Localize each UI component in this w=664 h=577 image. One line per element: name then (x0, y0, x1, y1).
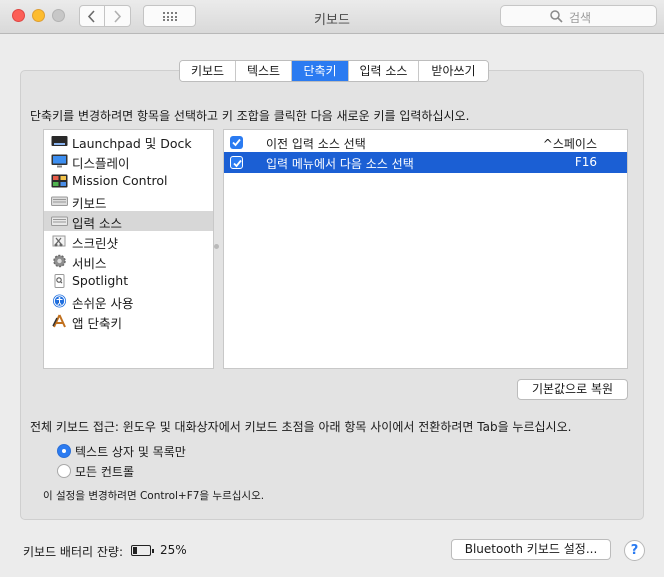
mission-control-icon (51, 174, 68, 188)
category-label: 입력 소스 (72, 216, 122, 231)
split-view-handle[interactable] (214, 244, 219, 249)
shortcut-key[interactable]: F16 (575, 155, 597, 169)
shortcut-checkbox[interactable] (230, 156, 243, 169)
search-icon (550, 10, 563, 23)
category-list[interactable]: Launchpad 및 Dock 디스플레이 Mission Control 키… (43, 129, 214, 369)
tab-dictation[interactable]: 받아쓰기 (419, 61, 488, 81)
back-button[interactable] (79, 5, 105, 27)
close-window-button[interactable] (12, 9, 25, 22)
accessibility-icon (53, 294, 66, 308)
category-launchpad-dock[interactable]: Launchpad 및 Dock (44, 131, 213, 151)
radio-text-boxes-lists[interactable] (57, 444, 71, 458)
battery-icon (131, 545, 154, 556)
shortcut-name: 입력 메뉴에서 다음 소스 선택 (266, 157, 414, 171)
shortcut-row[interactable]: 이전 입력 소스 선택 ^스페이스 (224, 132, 627, 153)
category-label: Launchpad 및 Dock (72, 136, 192, 151)
category-accessibility[interactable]: 손쉬운 사용 (44, 291, 213, 311)
search-field[interactable]: 검색 (500, 5, 657, 27)
category-label: 키보드 (72, 196, 107, 211)
instruction-text: 단축키를 변경하려면 항목을 선택하고 키 조합을 클릭한 다음 새로운 키를 … (30, 109, 470, 123)
radio-all-controls[interactable] (57, 464, 71, 478)
category-label: 서비스 (72, 256, 107, 271)
restore-defaults-button[interactable]: 기본값으로 복원 (517, 379, 628, 400)
category-spotlight[interactable]: Spotlight (44, 271, 213, 291)
launchpad-icon (51, 136, 68, 146)
full-keyboard-access-label: 전체 키보드 접근: 윈도우 및 대화상자에서 키보드 초점을 아래 항목 사이… (30, 420, 572, 434)
keyboard-icon (51, 196, 68, 206)
checkmark-icon (232, 138, 241, 147)
battery-label: 키보드 배터리 잔량: (23, 545, 123, 559)
shortcut-list[interactable]: 이전 입력 소스 선택 ^스페이스 입력 메뉴에서 다음 소스 선택 F16 (223, 129, 628, 369)
zoom-window-button[interactable] (52, 9, 65, 22)
category-input-sources[interactable]: 입력 소스 (44, 211, 213, 231)
forward-button[interactable] (105, 5, 131, 27)
battery-fill (133, 547, 137, 554)
category-label: Spotlight (72, 273, 129, 288)
search-placeholder: 검색 (569, 11, 592, 25)
category-label: 손쉬운 사용 (72, 296, 134, 311)
category-label: Mission Control (72, 173, 168, 188)
shortcut-key[interactable]: ^스페이스 (543, 135, 597, 152)
tab-text[interactable]: 텍스트 (236, 61, 292, 81)
spotlight-icon (54, 274, 65, 288)
title-bar: 키보드 검색 (0, 0, 664, 34)
radio-label: 텍스트 상자 및 목록만 (75, 445, 186, 459)
category-services[interactable]: 서비스 (44, 251, 213, 271)
help-button[interactable]: ? (624, 540, 645, 561)
app-shortcuts-icon (52, 314, 66, 328)
checkmark-icon (233, 159, 242, 168)
radio-label: 모든 컨트롤 (75, 465, 135, 479)
minimize-window-button[interactable] (32, 9, 45, 22)
category-display[interactable]: 디스플레이 (44, 151, 213, 171)
category-keyboard[interactable]: 키보드 (44, 191, 213, 211)
tab-bar: 키보드 텍스트 단축키 입력 소스 받아쓰기 (179, 60, 489, 82)
shortcut-hint: 이 설정을 변경하려면 Control+F7을 누르십시오. (43, 490, 265, 502)
window-title: 키보드 (314, 13, 350, 28)
chevron-right-icon (114, 10, 122, 23)
category-app-shortcuts[interactable]: 앱 단축키 (44, 311, 213, 331)
grid-icon (163, 12, 177, 21)
display-icon (51, 154, 68, 168)
shortcut-row[interactable]: 입력 메뉴에서 다음 소스 선택 F16 (224, 152, 627, 173)
category-label: 디스플레이 (72, 156, 130, 171)
input-sources-icon (51, 216, 68, 226)
bluetooth-keyboard-setup-button[interactable]: Bluetooth 키보드 설정... (451, 539, 611, 560)
battery-percent: 25% (160, 543, 187, 557)
screenshot-icon (52, 235, 66, 247)
chevron-left-icon (87, 10, 95, 23)
category-screenshot[interactable]: 스크린샷 (44, 231, 213, 251)
category-mission-control[interactable]: Mission Control (44, 171, 213, 191)
category-label: 스크린샷 (72, 236, 119, 251)
shortcut-checkbox[interactable] (230, 136, 243, 149)
services-gear-icon (53, 254, 66, 268)
category-label: 앱 단축키 (72, 316, 122, 331)
tab-keyboard[interactable]: 키보드 (180, 61, 236, 81)
show-all-button[interactable] (143, 5, 196, 27)
shortcut-name: 이전 입력 소스 선택 (266, 137, 366, 151)
tab-input-sources[interactable]: 입력 소스 (349, 61, 419, 81)
tab-shortcuts[interactable]: 단축키 (292, 61, 349, 81)
